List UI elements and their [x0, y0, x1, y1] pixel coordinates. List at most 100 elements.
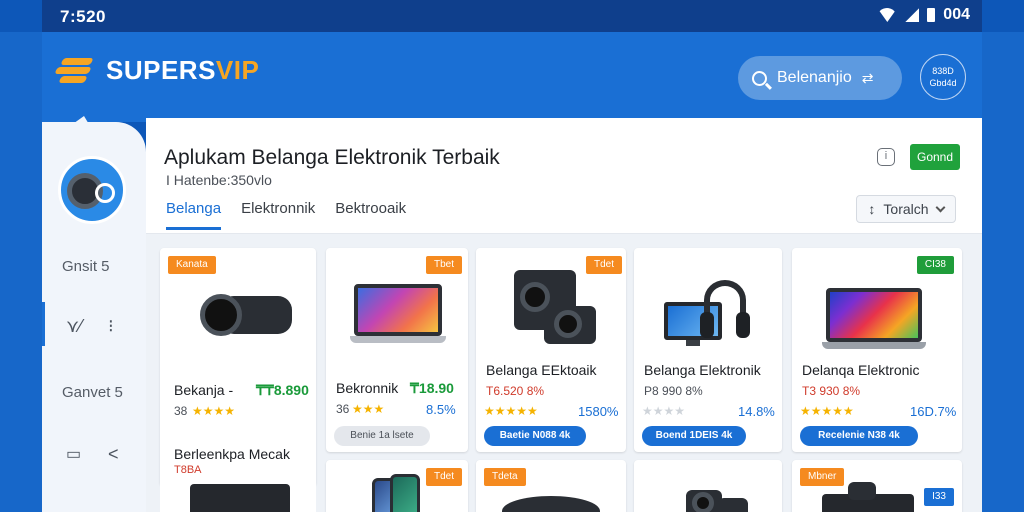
- rating-stars: ★★★★★: [800, 404, 854, 418]
- product-name: Belanga EEktoaik: [486, 362, 597, 378]
- product-card[interactable]: [634, 460, 782, 512]
- product-card[interactable]: Berleenkpa Mecak T8BA: [160, 430, 316, 512]
- product-discount: 14.8%: [738, 404, 775, 419]
- logo-icon: [54, 52, 96, 88]
- product-badge: Kanata: [168, 256, 216, 274]
- account-line2: Gbd4d: [929, 78, 957, 88]
- product-name: Berleenkpa Mecak: [174, 446, 290, 462]
- ring-icon: [95, 183, 115, 203]
- status-time: 7:520: [60, 7, 106, 26]
- app-header: SUPERSVIP Belenanjio ⇄ 838D Gbd4d: [42, 32, 982, 122]
- product-review-count: 38: [174, 404, 188, 418]
- product-action-button[interactable]: Recelenie N38 4k: [800, 426, 918, 446]
- product-discount: 16D.7%: [910, 404, 957, 419]
- main-panel: Aplukam Belanga Elektronik Terbaik I Hat…: [146, 118, 982, 512]
- product-badge: Tdeta: [484, 468, 526, 486]
- brand-name: SUPERSVIP: [106, 55, 259, 86]
- product-price: ₸18.90: [410, 380, 454, 396]
- action-button[interactable]: Gonnd: [910, 144, 960, 170]
- signal-icon: [905, 8, 920, 22]
- sidebar-item-2[interactable]: Ganvet 5: [62, 384, 123, 401]
- sidebar-item-1[interactable]: Gnsit 5: [62, 258, 110, 275]
- laptop-illustration: [190, 484, 290, 512]
- wave-icon[interactable]: ⋎⁄: [66, 316, 82, 337]
- product-action-button[interactable]: Benie 1a lsete: [334, 426, 430, 446]
- sidebar: Gnsit 5 ⋎⁄ ⁝ Ganvet 5 ▭ <: [42, 122, 146, 512]
- share-icon[interactable]: <: [108, 444, 119, 465]
- category-tabs: Belanga Elektronnik Bektrooaik: [166, 200, 406, 230]
- battery-icon: [927, 8, 936, 22]
- product-card[interactable]: Tdet: [326, 460, 468, 512]
- product-price: ₸₸8.890: [256, 382, 309, 398]
- info-icon[interactable]: i: [877, 148, 895, 166]
- tab-elektronnik[interactable]: Elektronnik: [241, 200, 315, 230]
- brand-logo[interactable]: SUPERSVIP: [54, 52, 259, 88]
- product-action-button[interactable]: Boend 1DEIS 4k: [642, 426, 746, 446]
- account-line1: 838D: [932, 66, 954, 76]
- tab-belanga[interactable]: Belanga: [166, 200, 222, 230]
- product-card[interactable]: Mbner I33: [792, 460, 962, 512]
- image-icon[interactable]: ▭: [66, 444, 81, 464]
- projector-illustration: [502, 496, 600, 512]
- product-card[interactable]: CI38 Delanqa Elektronic T3 930 8% ★★★★★ …: [792, 248, 962, 452]
- product-price: T3 930 8%: [802, 384, 861, 398]
- product-discount: 8.5%: [426, 402, 456, 417]
- camera-illustration: [514, 270, 596, 346]
- brand-name-part2: VIP: [215, 54, 260, 85]
- shuffle-icon: ⇄: [861, 69, 874, 86]
- product-card[interactable]: Tdet Belanga EEktoaik T6.520 8% ★★★★★ 15…: [476, 248, 626, 452]
- camera-illustration: [848, 482, 876, 500]
- sort-dropdown[interactable]: ↕ Toralch: [856, 195, 956, 223]
- product-name: Belanga Elektronik: [644, 362, 761, 378]
- phone-illustration: [390, 474, 420, 512]
- page-header: Aplukam Belanga Elektronik Terbaik I Hat…: [146, 118, 982, 234]
- monitor-headphones-illustration: [664, 280, 750, 350]
- product-price: T6.520 8%: [486, 384, 545, 398]
- search-label: Belenanjio: [777, 69, 852, 86]
- product-action-button[interactable]: Baetie N088 4k: [484, 426, 586, 446]
- right-rail: [982, 32, 1024, 512]
- rating-stars: ★★★: [352, 402, 385, 416]
- brand-name-part1: SUPERS: [106, 54, 216, 85]
- product-card[interactable]: Belanga Elektronik P8 990 8% ★★★★ 14.8% …: [634, 248, 782, 452]
- tab-bektrooaik[interactable]: Bektrooaik: [335, 200, 406, 230]
- rating-stars: ★★★★: [192, 404, 236, 418]
- status-bar: 7:520 004: [42, 0, 982, 32]
- account-button[interactable]: 838D Gbd4d: [920, 54, 966, 100]
- rating-stars: ★★★★: [642, 404, 686, 418]
- sort-icon: ↕: [868, 201, 876, 217]
- product-grid: Kanata Bekanja - ₸₸8.890 38 ★★★★ Tbet Be…: [146, 234, 982, 512]
- product-badge: Tbet: [425, 256, 462, 274]
- product-tag: T8BA: [174, 464, 202, 476]
- sidebar-selection-indicator: [42, 302, 45, 346]
- page-subtitle: I Hatenbe:350vlo: [166, 172, 272, 188]
- rating-stars: ★★★★★: [484, 404, 538, 418]
- left-rail: [0, 32, 42, 512]
- product-badge: CI38: [916, 256, 954, 274]
- product-badge-secondary: I33: [924, 488, 954, 506]
- product-discount: 1580%: [578, 404, 619, 419]
- product-badge: Mbner: [800, 468, 845, 486]
- camera-illustration: [200, 292, 292, 338]
- search-button[interactable]: Belenanjio ⇄: [738, 56, 902, 100]
- camera-illustration: [718, 498, 748, 512]
- laptop-illustration: [822, 288, 926, 350]
- product-name: Delanqa Elektronic: [802, 362, 920, 378]
- product-badge: Tdet: [425, 468, 462, 486]
- chevron-down-icon: [935, 202, 946, 213]
- lens-icon: [692, 492, 714, 512]
- sort-label: Toralch: [883, 201, 929, 217]
- search-icon: [752, 70, 767, 86]
- product-name: Bekronnik: [336, 380, 399, 396]
- wifi-icon: [877, 8, 897, 22]
- avatar[interactable]: [58, 156, 126, 224]
- product-card[interactable]: Tdeta: [476, 460, 626, 512]
- product-name: Bekanja -: [174, 382, 234, 398]
- product-price: P8 990 8%: [644, 384, 703, 398]
- battery-level: 004: [943, 6, 970, 23]
- product-card[interactable]: Tbet Bekronnik ₸18.90 36 ★★★ 8.5% Benie …: [326, 248, 468, 452]
- page-title: Aplukam Belanga Elektronik Terbaik: [164, 146, 500, 169]
- product-review-count: 36: [336, 402, 350, 416]
- laptop-illustration: [350, 284, 446, 346]
- more-icon[interactable]: ⁝: [108, 316, 114, 337]
